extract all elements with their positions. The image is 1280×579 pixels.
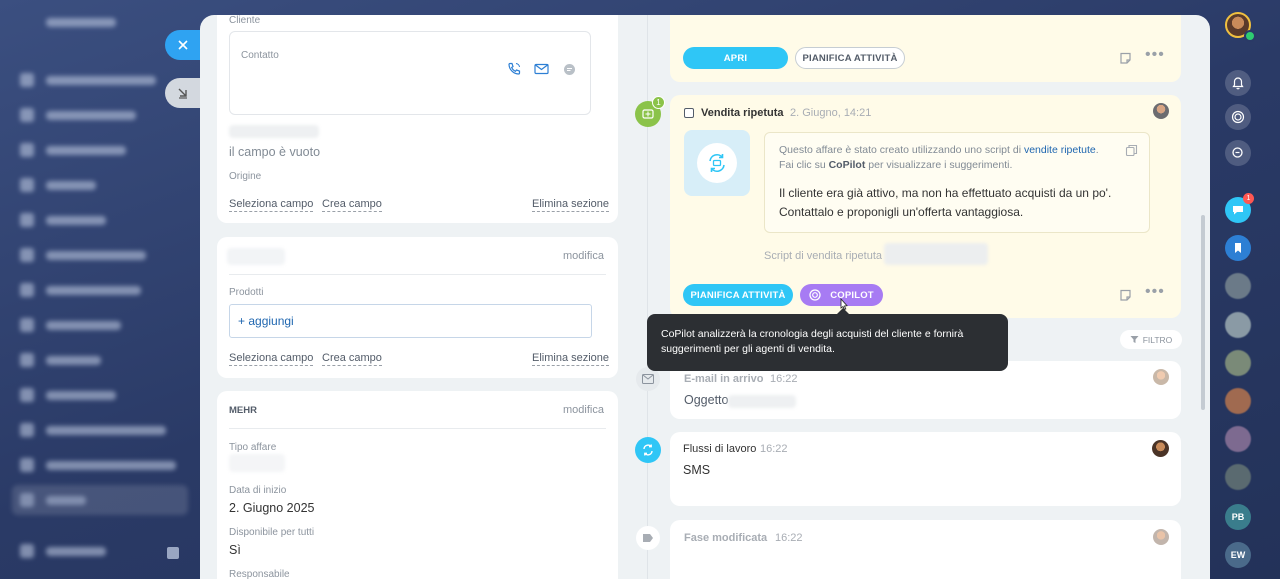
empty-field-text: il campo è vuoto [229,145,321,159]
contact-avatar[interactable] [1225,312,1251,338]
online-status-icon [1244,30,1256,42]
delete-section-link[interactable]: Elimina sezione [532,198,610,212]
contact-label: Contatto [241,50,279,61]
card-title: Vendita ripetuta [701,107,784,119]
chat-icon[interactable] [561,61,577,77]
select-field-link[interactable]: Seleziona campo [229,352,314,366]
script-label: Script di vendita ripetuta [764,250,883,262]
contact-avatar[interactable] [1225,350,1251,376]
notifications-bell-icon[interactable] [1225,70,1251,96]
start-date-value: 2. Giugno 2025 [229,501,315,515]
contact-avatar[interactable] [1225,273,1251,299]
create-field-link[interactable]: Crea campo [322,198,382,212]
card-time: 16:22 [775,532,803,544]
edit-section-link[interactable]: modifica [563,250,604,262]
card-time: 16:22 [760,443,788,455]
products-label: Prodotti [229,287,264,298]
edit-section-link[interactable]: modifica [563,404,604,416]
repeat-sales-link[interactable]: vendite ripetute [1024,144,1096,156]
workflow-body: SMS [683,463,711,477]
section-divider [229,274,606,275]
stage-tag-icon [636,526,660,550]
deal-type-label: Tipo affare [229,442,277,453]
info-text: Questo affare è stato creato utilizzando… [779,144,1099,171]
timeline-line [647,15,648,579]
bookmark-rail-icon[interactable] [1225,235,1251,261]
plan-activity-button[interactable]: PIANIFICA ATTIVITÀ [795,47,905,69]
copilot-illustration [684,130,750,196]
note-icon[interactable] [1117,287,1133,303]
workflows-card: Flussi di lavoro 16:22 SMS [670,432,1181,506]
settings-gear-icon [167,547,179,559]
contact-avatar[interactable] [1225,426,1251,452]
filter-button[interactable]: FILTRO [1120,330,1182,349]
add-product-link[interactable]: + aggiungi [238,314,294,328]
blurred-section-title [227,248,285,265]
sender-avatar[interactable] [1153,369,1169,385]
email-subject-label: Oggetto [684,393,729,407]
author-avatar[interactable] [1153,529,1169,545]
responsible-avatar[interactable] [1153,103,1169,119]
copilot-message: Il cliente era già attivo, ma non ha eff… [779,186,1112,219]
contact-initials[interactable]: EW [1225,542,1251,568]
section-divider [229,428,606,429]
blurred-script-name [884,243,988,265]
workflow-icon [635,437,661,463]
plan-activity-button[interactable]: PIANIFICA ATTIVITÀ [683,284,793,306]
filter-icon [1130,336,1139,343]
more-options-icon[interactable]: ••• [1145,283,1165,301]
card-date: 2. Giugno, 14:21 [790,107,872,119]
products-section-card: modifica Prodotti + aggiungi Seleziona c… [217,237,618,378]
note-icon[interactable] [1117,50,1133,66]
origin-label: Origine [229,171,262,182]
blurred-field-label [229,125,319,138]
contact-initials[interactable]: PB [1225,504,1251,530]
section-title: MEHR [229,405,257,416]
phone-icon[interactable] [506,61,522,77]
contact-box: Contatto [229,31,591,115]
minimize-icon [178,88,187,99]
chat-badge: 1 [1243,193,1254,204]
card-title: Fase modificata [684,532,768,544]
scrollbar-thumb[interactable] [1201,215,1205,410]
open-button[interactable]: APRI [683,47,788,69]
blurred-deal-type-value [229,454,285,472]
copilot-tooltip: CoPilot analizzerà la cronologia degli a… [647,308,1008,371]
deal-slider-panel: Cliente Contatto il campo è vuoto Origin… [200,15,1210,579]
delete-section-link[interactable]: Elimina sezione [532,352,610,366]
copilot-rail-icon[interactable] [1225,104,1251,130]
contact-avatar[interactable] [1225,388,1251,414]
card-title: E-mail in arrivo [684,373,764,385]
repeat-sale-illustration-icon [697,143,737,183]
close-slider-button[interactable] [165,30,200,60]
author-avatar[interactable] [1152,440,1169,457]
blurred-email-subject [728,395,796,408]
notification-badge: 1 [652,96,665,109]
client-section-card: Cliente Contatto il campo è vuoto Origin… [217,15,618,223]
card-title: Flussi di lavoro [683,443,757,455]
products-add-box[interactable]: + aggiungi [229,304,592,338]
copy-icon[interactable] [1123,142,1139,158]
responsible-label: Responsabile [229,569,290,579]
card-time: 16:22 [770,373,798,385]
minimize-slider-button[interactable] [165,78,200,108]
contact-avatar[interactable] [1225,464,1251,490]
mail-icon[interactable] [533,61,549,77]
repeat-sale-card: Vendita ripetuta 2. Giugno, 14:21 Questo… [670,95,1181,318]
copilot-info-box: Questo affare è stato creato utilizzando… [764,132,1150,233]
more-options-icon[interactable]: ••• [1145,46,1165,64]
more-section-card: MEHR modifica Tipo affare Data di inizio… [217,391,618,579]
copilot-icon [809,289,821,301]
client-label: Cliente [229,15,261,26]
available-value: Sì [229,543,241,557]
select-field-link[interactable]: Seleziona campo [229,198,314,212]
stage-changed-card: Fase modificata 16:22 [670,520,1181,579]
available-label: Disponibile per tutti [229,527,315,538]
complete-checkbox[interactable] [684,108,694,118]
create-field-link[interactable]: Crea campo [322,352,382,366]
activity-card-top: APRI PIANIFICA ATTIVITÀ ••• [670,15,1181,82]
search-rail-icon[interactable] [1225,140,1251,166]
start-date-label: Data di inizio [229,485,287,496]
close-icon [177,40,188,50]
